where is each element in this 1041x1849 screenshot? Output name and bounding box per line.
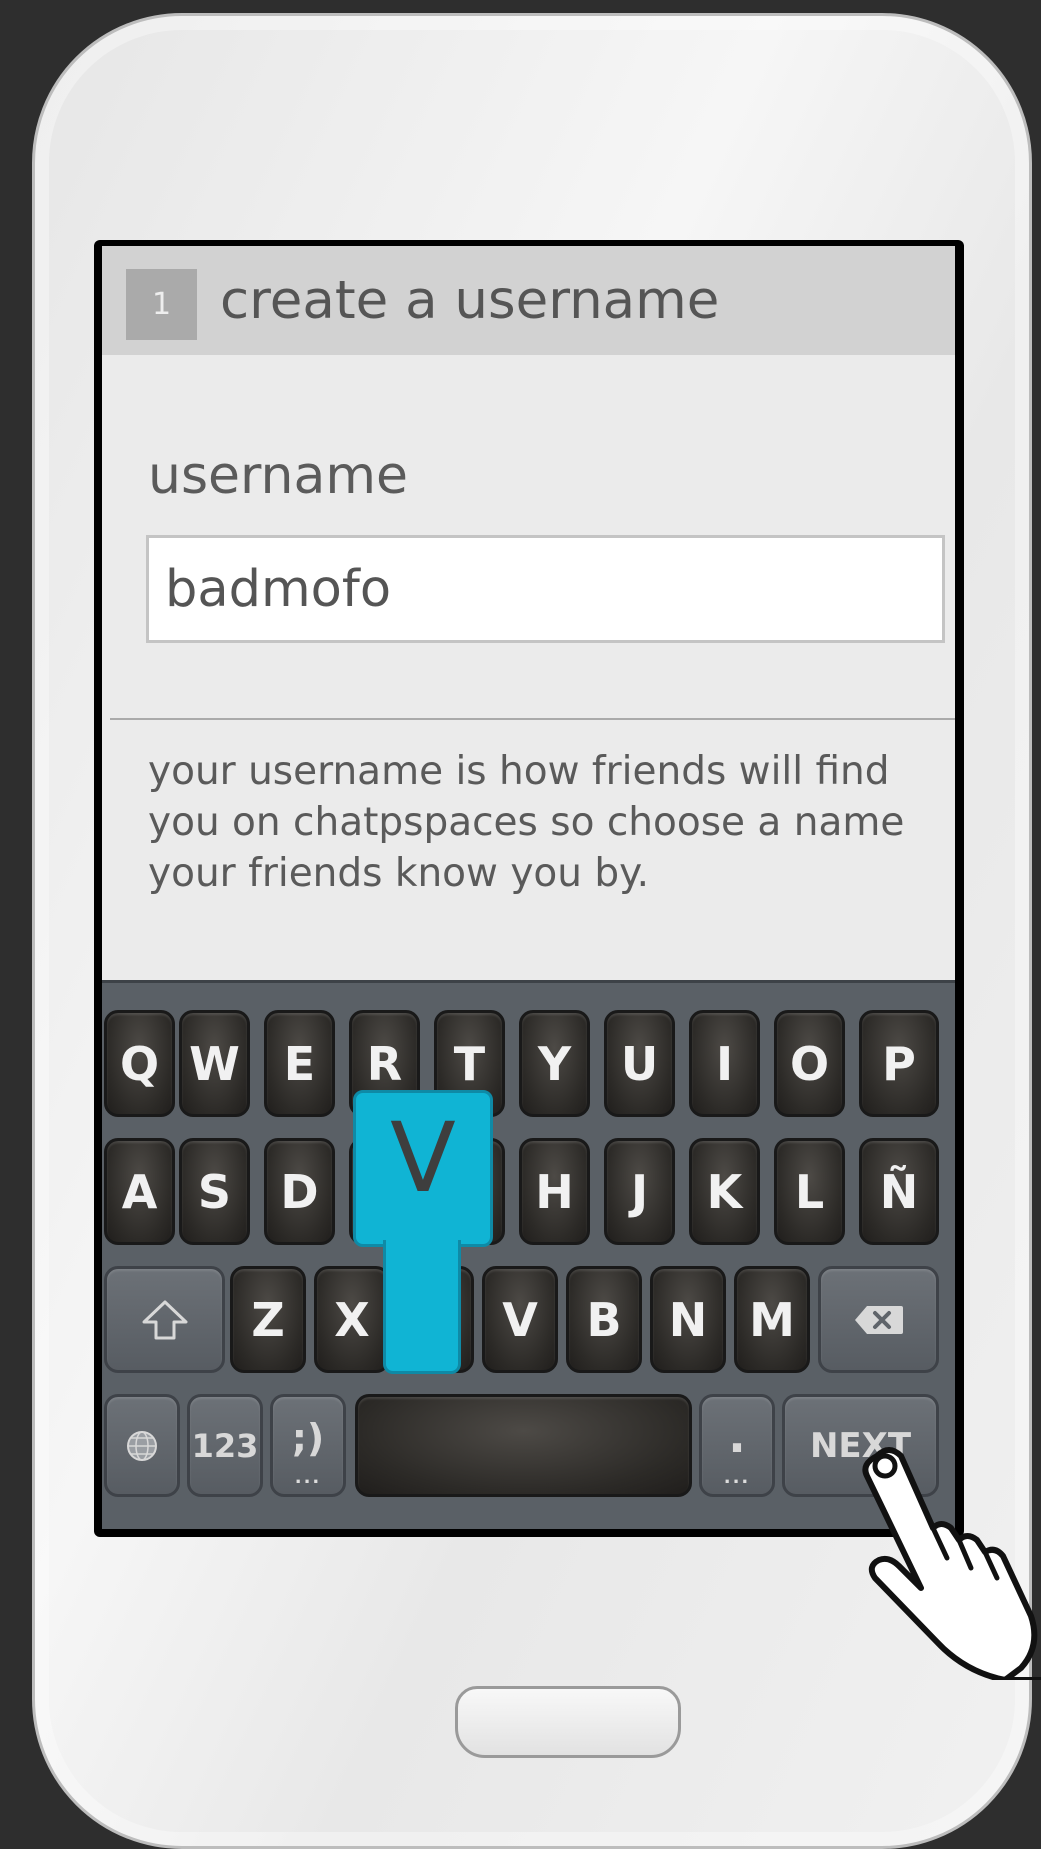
shift-key[interactable]: [104, 1266, 225, 1373]
emoticon-more-dots: ...: [294, 1467, 322, 1488]
globe-icon: [127, 1430, 157, 1461]
backspace-key[interactable]: [818, 1266, 939, 1373]
key-h[interactable]: H: [519, 1138, 590, 1245]
numbers-key[interactable]: 123: [187, 1394, 263, 1497]
key-a[interactable]: A: [104, 1138, 175, 1245]
key-o[interactable]: O: [774, 1010, 845, 1117]
phone-screen: 1 create a username username your userna…: [94, 240, 964, 1537]
key-y[interactable]: Y: [519, 1010, 590, 1117]
step-number-badge: 1: [126, 269, 197, 340]
key-popup-letter: V: [353, 1090, 493, 1247]
backspace-icon: [854, 1305, 903, 1334]
key-k[interactable]: K: [689, 1138, 760, 1245]
language-key[interactable]: [104, 1394, 180, 1497]
key-m[interactable]: M: [734, 1266, 810, 1373]
key-i[interactable]: I: [689, 1010, 760, 1117]
period-label: .: [728, 1408, 746, 1463]
step-title: create a username: [220, 270, 720, 331]
home-button[interactable]: [455, 1686, 681, 1758]
period-key[interactable]: . ...: [699, 1394, 775, 1497]
keyboard: Q W E R T Y U I O P A S D F G H J K L Ñ: [102, 980, 955, 1529]
key-e[interactable]: E: [264, 1010, 335, 1117]
key-n-tilde[interactable]: Ñ: [859, 1138, 939, 1245]
key-press-popup: V: [353, 1090, 493, 1375]
emoticon-label: ;): [291, 1415, 325, 1460]
username-label: username: [148, 446, 408, 506]
period-more-dots: ...: [723, 1467, 751, 1488]
key-p[interactable]: P: [859, 1010, 939, 1117]
key-z[interactable]: Z: [230, 1266, 306, 1373]
emoticon-key[interactable]: ;) ...: [270, 1394, 346, 1497]
key-w[interactable]: W: [179, 1010, 250, 1117]
shift-icon: [142, 1300, 187, 1339]
step-header: 1 create a username: [102, 246, 955, 355]
key-u[interactable]: U: [604, 1010, 675, 1117]
help-text: your username is how friends will find y…: [148, 749, 905, 896]
key-popup-stem: [383, 1240, 461, 1374]
key-n[interactable]: N: [650, 1266, 726, 1373]
space-key[interactable]: [355, 1394, 692, 1497]
key-s[interactable]: S: [179, 1138, 250, 1245]
app-screen: 1 create a username username your userna…: [102, 246, 955, 1529]
key-v[interactable]: V: [482, 1266, 558, 1373]
key-b[interactable]: B: [566, 1266, 642, 1373]
key-q[interactable]: Q: [104, 1010, 175, 1117]
username-input[interactable]: [146, 535, 945, 643]
divider: [110, 718, 955, 720]
key-j[interactable]: J: [604, 1138, 675, 1245]
key-d[interactable]: D: [264, 1138, 335, 1245]
hand-pointer-icon: [862, 1447, 1041, 1680]
key-l[interactable]: L: [774, 1138, 845, 1245]
